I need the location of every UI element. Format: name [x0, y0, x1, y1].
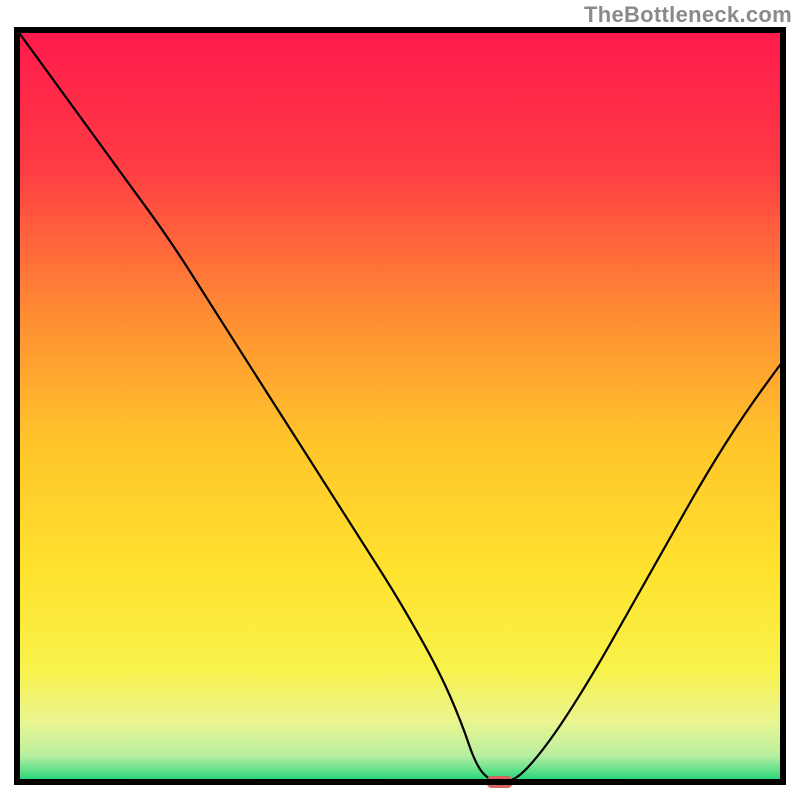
gradient-background: [17, 30, 783, 782]
chart-canvas: TheBottleneck.com: [0, 0, 800, 800]
bottleneck-chart: [0, 0, 800, 800]
plot-area: [17, 30, 783, 788]
